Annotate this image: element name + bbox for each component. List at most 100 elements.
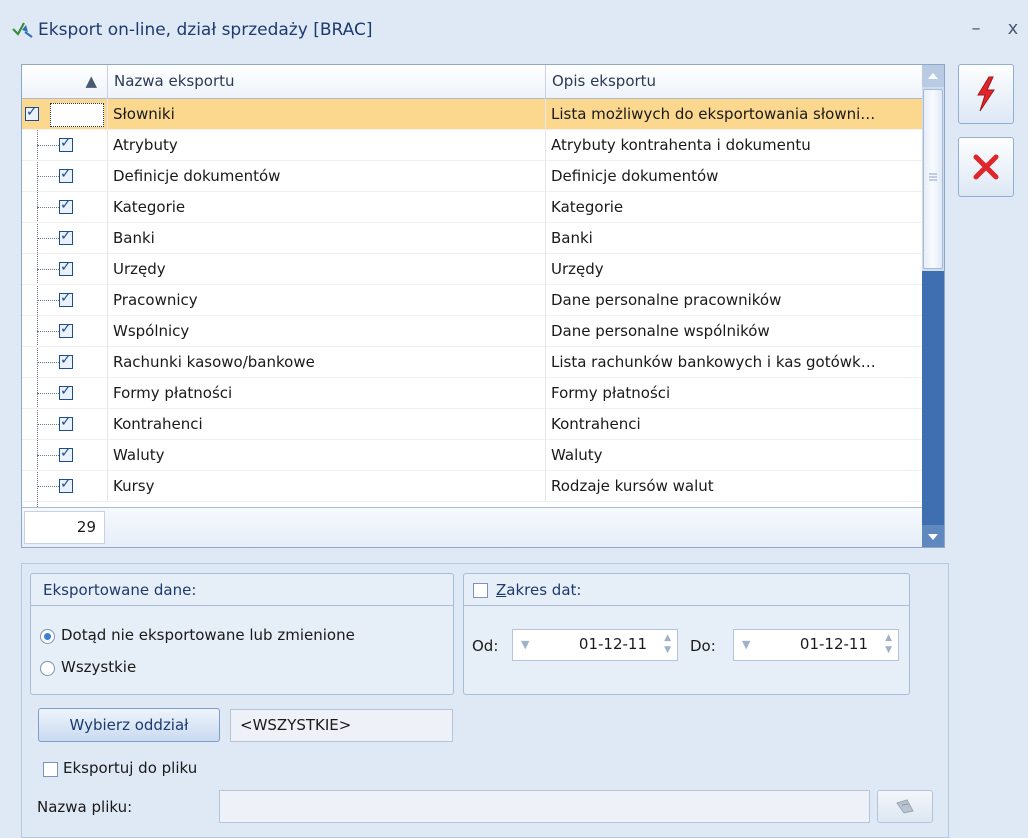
row-description: Urzędy: [545, 254, 922, 285]
row-checkbox[interactable]: [59, 197, 73, 214]
row-checkbox[interactable]: [59, 290, 73, 307]
table-row[interactable]: Waluty Waluty: [22, 440, 922, 471]
table-row[interactable]: Urzędy Urzędy: [22, 254, 922, 285]
tree-connector: [37, 238, 59, 239]
table-row[interactable]: Rachunki kasowo/bankowe Lista rachunków …: [22, 347, 922, 378]
grip-icon: [929, 173, 937, 181]
row-checkbox[interactable]: [59, 259, 73, 276]
row-checkbox[interactable]: [59, 166, 73, 183]
row-checkbox[interactable]: [59, 228, 73, 245]
row-name: Kursy: [107, 471, 545, 502]
dropdown-arrow-icon[interactable]: ▼: [521, 638, 529, 651]
row-description: Lista rachunków bankowych i kas gotówk…: [545, 347, 922, 378]
table-row[interactable]: Kategorie Kategorie: [22, 192, 922, 223]
radio-all-label[interactable]: Wszystkie: [61, 658, 136, 676]
dropdown-arrow-icon[interactable]: ▼: [742, 638, 750, 651]
radio-not-exported-label[interactable]: Dotąd nie eksportowane lub zmienione: [61, 626, 355, 644]
export-list-grid[interactable]: ▲ Nazwa eksportu Opis eksportu Słowniki …: [21, 64, 945, 548]
spinner-icon[interactable]: ▲ ▼: [885, 632, 892, 656]
to-date-value: 01-12-11: [799, 635, 868, 653]
date-range-group: Zakres dat: Od: ▼ 01-12-11 ▲ ▼ Do: ▼ 01-1…: [463, 573, 910, 695]
spinner-icon[interactable]: ▲ ▼: [664, 632, 671, 656]
row-description: Formy płatności: [545, 378, 922, 409]
table-row[interactable]: Banki Banki: [22, 223, 922, 254]
row-checkbox[interactable]: [25, 104, 39, 121]
row-checkbox[interactable]: [59, 352, 73, 369]
radio-not-exported[interactable]: [40, 629, 55, 644]
table-row[interactable]: Pracownicy Dane personalne pracowników: [22, 285, 922, 316]
row-checkbox[interactable]: [59, 383, 73, 400]
table-row[interactable]: Kontrahenci Kontrahenci: [22, 409, 922, 440]
vertical-scrollbar[interactable]: [922, 65, 944, 547]
row-name: Atrybuty: [107, 130, 545, 161]
table-row[interactable]: Atrybuty Atrybuty kontrahenta i dokument…: [22, 130, 922, 161]
scroll-thumb[interactable]: [923, 89, 943, 269]
browse-icon: [896, 799, 914, 814]
row-checkbox[interactable]: [59, 321, 73, 338]
export-to-file-checkbox[interactable]: [43, 762, 58, 777]
row-description: Banki: [545, 223, 922, 254]
row-name: Kontrahenci: [107, 409, 545, 440]
row-name: Definicje dokumentów: [107, 161, 545, 192]
table-row[interactable]: Wspólnicy Dane personalne wspólników: [22, 316, 922, 347]
to-date-input[interactable]: ▼ 01-12-11 ▲ ▼: [733, 629, 899, 661]
tree-connector: [37, 207, 59, 208]
export-app-icon: [12, 22, 33, 38]
row-name: Waluty: [107, 440, 545, 471]
tree-connector: [37, 269, 59, 270]
radio-all[interactable]: [40, 661, 55, 676]
record-count: 29: [24, 511, 105, 544]
table-row[interactable]: Definicje dokumentów Definicje dokumentó…: [22, 161, 922, 192]
row-description: Dane personalne pracowników: [545, 285, 922, 316]
row-description: Definicje dokumentów: [545, 161, 922, 192]
arrow-down-icon: [928, 534, 938, 540]
date-range-label[interactable]: Zakres dat:: [496, 581, 581, 599]
row-checkbox[interactable]: [59, 135, 73, 152]
window-title: Eksport on-line, dział sprzedaży [BRAC]: [38, 20, 373, 40]
row-name: Formy płatności: [107, 378, 545, 409]
exported-data-title: Eksportowane dane:: [31, 574, 453, 606]
filename-label: Nazwa pliku:: [37, 798, 133, 816]
tree-connector: [37, 176, 59, 177]
row-description: Atrybuty kontrahenta i dokumentu: [545, 130, 922, 161]
row-description: Kategorie: [545, 192, 922, 223]
row-description: Waluty: [545, 440, 922, 471]
to-label: Do:: [690, 637, 716, 655]
row-name: Kategorie: [107, 192, 545, 223]
row-checkbox[interactable]: [59, 476, 73, 493]
tree-connector: [37, 145, 59, 146]
row-description: Lista możliwych do eksportowania słowni…: [545, 99, 922, 130]
browse-button[interactable]: [877, 790, 933, 823]
scroll-up-button[interactable]: [922, 65, 944, 87]
minimize-button[interactable]: –: [965, 18, 987, 39]
table-row[interactable]: Słowniki Lista możliwych do eksportowani…: [22, 99, 922, 130]
sort-ascending-icon[interactable]: ▲: [22, 65, 108, 99]
tree-connector: [37, 331, 59, 332]
title-bar: Eksport on-line, dział sprzedaży [BRAC] …: [0, 0, 1028, 58]
grid-rows: Słowniki Lista możliwych do eksportowani…: [22, 99, 922, 507]
column-header-description[interactable]: Opis eksportu: [546, 65, 922, 99]
row-name: Pracownicy: [107, 285, 545, 316]
column-header-name[interactable]: Nazwa eksportu: [108, 65, 546, 99]
row-checkbox[interactable]: [59, 445, 73, 462]
export-to-file-label[interactable]: Eksportuj do pliku: [63, 759, 197, 777]
row-checkbox[interactable]: [59, 414, 73, 431]
tree-connector: [37, 486, 59, 487]
date-range-checkbox[interactable]: [473, 583, 488, 598]
table-row[interactable]: Formy płatności Formy płatności: [22, 378, 922, 409]
grid-header: ▲ Nazwa eksportu Opis eksportu: [22, 65, 922, 99]
scroll-down-button[interactable]: [922, 525, 944, 547]
row-name: Wspólnicy: [107, 316, 545, 347]
close-window-button[interactable]: x: [1002, 18, 1024, 39]
select-branch-button[interactable]: Wybierz oddział: [38, 708, 220, 742]
tree-connector: [37, 362, 59, 363]
table-row[interactable]: Kursy Rodzaje kursów walut: [22, 471, 922, 502]
filename-input[interactable]: [219, 790, 870, 823]
scroll-track[interactable]: [922, 271, 944, 525]
from-date-input[interactable]: ▼ 01-12-11 ▲ ▼: [512, 629, 678, 661]
exported-data-group: Eksportowane dane: Dotąd nie eksportowan…: [30, 573, 454, 695]
cancel-button[interactable]: [958, 137, 1014, 197]
tree-connector: [37, 455, 59, 456]
date-range-title: Zakres dat:: [464, 574, 909, 606]
export-button[interactable]: [958, 64, 1014, 124]
